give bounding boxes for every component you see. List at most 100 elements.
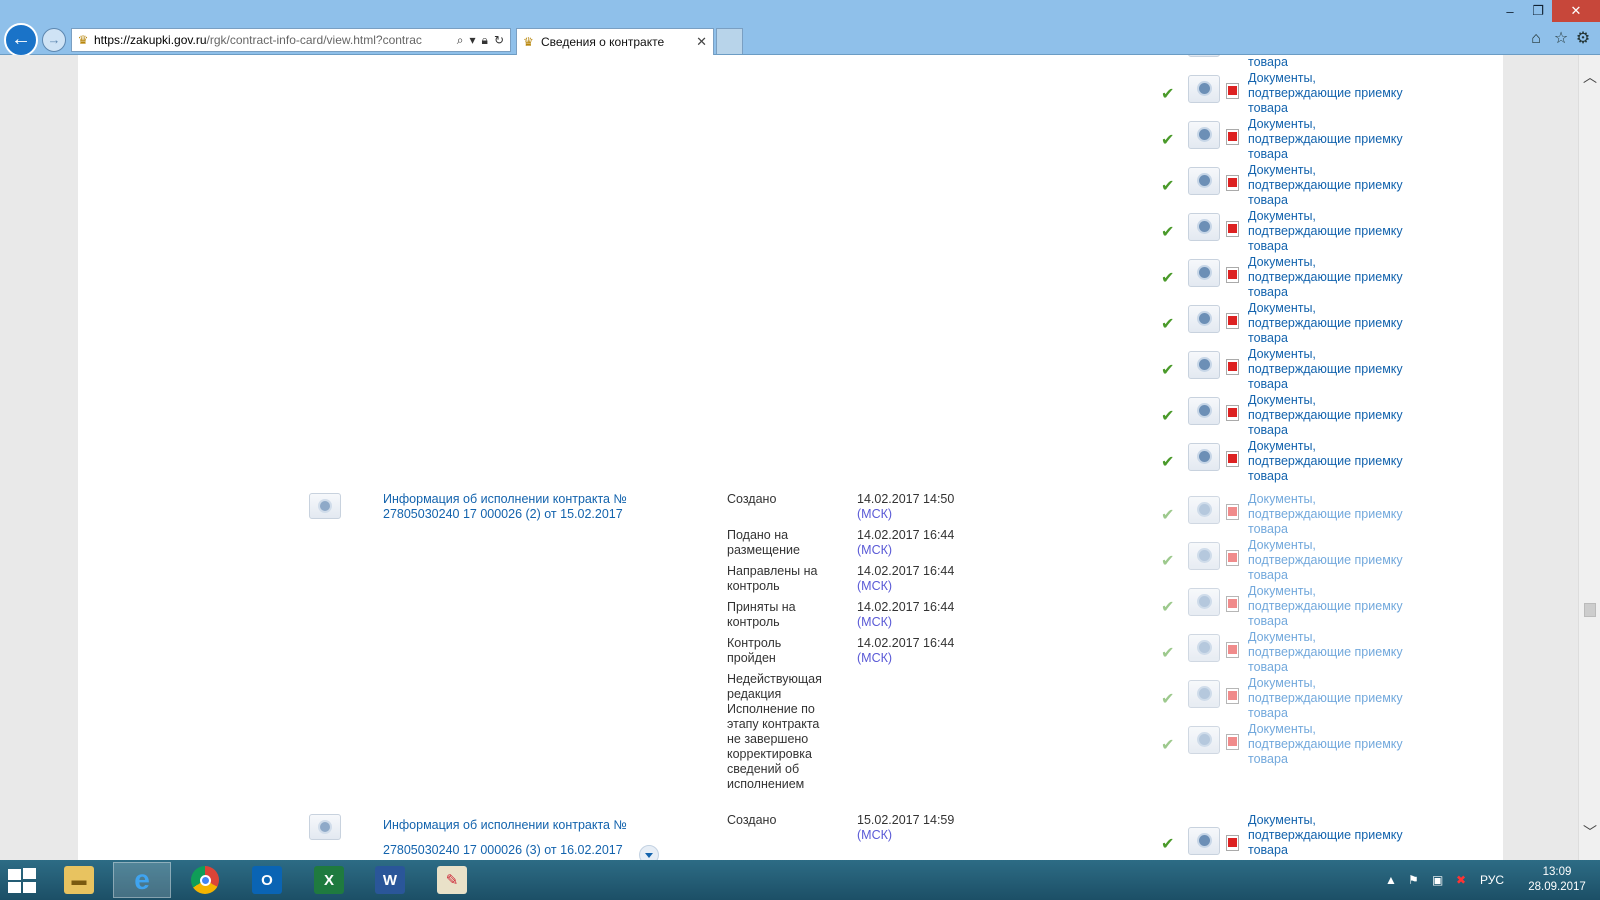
- signature-seal-icon[interactable]: [1188, 588, 1220, 616]
- scrollbar-thumb[interactable]: [1584, 603, 1596, 617]
- document-row[interactable]: ✔ Документы,подтверждающие приемкутовара: [1161, 538, 1461, 584]
- document-link[interactable]: Документы,подтверждающие приемкутовара: [1248, 584, 1458, 629]
- signature-seal-icon[interactable]: [1188, 305, 1220, 333]
- document-link[interactable]: Документы,подтверждающие приемкутовара: [1248, 209, 1458, 254]
- document-link[interactable]: Документы,подтверждающие приемкутовара: [1248, 163, 1458, 208]
- pdf-icon[interactable]: [1226, 734, 1239, 750]
- signature-seal-icon[interactable]: [1188, 680, 1220, 708]
- signature-seal-icon[interactable]: [1188, 75, 1220, 103]
- pdf-icon[interactable]: [1226, 405, 1239, 421]
- document-link[interactable]: Документы,подтверждающие приемкутовара: [1248, 117, 1458, 162]
- signature-seal-icon[interactable]: [1188, 634, 1220, 662]
- pdf-icon[interactable]: [1226, 504, 1239, 520]
- signature-seal-icon[interactable]: [1188, 167, 1220, 195]
- timezone-link[interactable]: (МСК): [857, 651, 892, 665]
- document-link[interactable]: Документы,подтверждающие приемкутовара: [1248, 813, 1458, 858]
- pdf-icon[interactable]: [1226, 221, 1239, 237]
- document-row[interactable]: ✔ Документы,подтверждающие приемкутовара: [1161, 55, 1461, 71]
- signature-seal-icon[interactable]: [1188, 443, 1220, 471]
- pdf-icon[interactable]: [1226, 451, 1239, 467]
- document-link[interactable]: Документы,подтверждающие приемкутовара: [1248, 393, 1458, 438]
- signature-seal-icon[interactable]: [1188, 496, 1220, 524]
- document-row[interactable]: ✔ Документы,подтверждающие приемкутовара: [1161, 439, 1461, 485]
- document-link[interactable]: Документы,подтверждающие приемкутовара: [1248, 492, 1458, 537]
- pdf-icon[interactable]: [1226, 313, 1239, 329]
- scroll-down-arrow-icon[interactable]: ﹀: [1579, 822, 1600, 842]
- signature-seal-icon[interactable]: [1188, 55, 1220, 57]
- entry-title-link[interactable]: Информация об исполнении контракта № 2780…: [383, 492, 683, 522]
- volume-muted-icon[interactable]: ✖: [1456, 860, 1466, 900]
- entry-seal-icon[interactable]: [309, 814, 341, 840]
- maximize-button[interactable]: ❐: [1524, 0, 1552, 22]
- document-row[interactable]: ✔ Документы,подтверждающие приемкутовара: [1161, 676, 1461, 722]
- signature-seal-icon[interactable]: [1188, 827, 1220, 855]
- document-row[interactable]: ✔ Документы,подтверждающие приемкутовара: [1161, 255, 1461, 301]
- signature-seal-icon[interactable]: [1188, 726, 1220, 754]
- tab-close-icon[interactable]: ✕: [696, 34, 707, 50]
- back-button[interactable]: ←: [4, 23, 38, 57]
- taskbar-word[interactable]: W: [361, 862, 419, 898]
- scroll-up-arrow-icon[interactable]: ︿: [1579, 67, 1600, 87]
- document-link[interactable]: Документы,подтверждающие приемкутовара: [1248, 347, 1458, 392]
- timezone-link[interactable]: (МСК): [857, 579, 892, 593]
- pdf-icon[interactable]: [1226, 83, 1239, 99]
- timezone-link[interactable]: (МСК): [857, 507, 892, 521]
- language-indicator[interactable]: РУС: [1480, 860, 1504, 900]
- document-link[interactable]: Документы,подтверждающие приемкутовара: [1248, 55, 1458, 70]
- close-button[interactable]: ✕: [1552, 0, 1600, 22]
- document-link[interactable]: Документы,подтверждающие приемкутовара: [1248, 71, 1458, 116]
- new-tab-button[interactable]: [716, 28, 743, 54]
- document-link[interactable]: Документы,подтверждающие приемкутовара: [1248, 255, 1458, 300]
- lock-icon[interactable]: 🔒︎: [482, 33, 488, 48]
- document-row[interactable]: ✔ Документы,подтверждающие приемкутовара: [1161, 630, 1461, 676]
- timezone-link[interactable]: (МСК): [857, 615, 892, 629]
- address-bar[interactable]: ♛ https://zakupki.gov.ru/rgk/contract-in…: [71, 28, 511, 52]
- document-row[interactable]: ✔ Документы,подтверждающие приемкутовара: [1161, 722, 1461, 768]
- document-link[interactable]: Документы,подтверждающие приемкутовара: [1248, 439, 1458, 484]
- document-row[interactable]: ✔ Документы,подтверждающие приемкутовара: [1161, 393, 1461, 439]
- document-link[interactable]: Документы,подтверждающие приемкутовара: [1248, 722, 1458, 767]
- taskbar-paint[interactable]: ✎: [423, 862, 481, 898]
- taskbar-chrome[interactable]: [176, 862, 234, 898]
- pdf-icon[interactable]: [1226, 835, 1239, 851]
- document-link[interactable]: Документы,подтверждающие приемкутовара: [1248, 676, 1458, 721]
- pdf-icon[interactable]: [1226, 550, 1239, 566]
- action-center-flag-icon[interactable]: ⚑: [1408, 860, 1419, 900]
- tray-overflow-icon[interactable]: ▲: [1385, 860, 1397, 900]
- entry-title-link[interactable]: Информация об исполнении контракта № 2780…: [383, 813, 683, 860]
- signature-seal-icon[interactable]: [1188, 542, 1220, 570]
- document-row[interactable]: ✔ Документы,подтверждающие приемкутовара: [1161, 584, 1461, 630]
- pdf-icon[interactable]: [1226, 267, 1239, 283]
- start-button[interactable]: [8, 868, 38, 894]
- page-scrollbar[interactable]: ︿ ﹀: [1578, 55, 1600, 860]
- tab-contract-info[interactable]: ♛ Сведения о контракте ✕: [516, 28, 714, 55]
- entry-seal-icon[interactable]: [309, 493, 341, 519]
- timezone-link[interactable]: (МСК): [857, 828, 892, 842]
- document-row[interactable]: ✔ Документы,подтверждающие приемкутовара: [1161, 492, 1461, 538]
- signature-seal-icon[interactable]: [1188, 121, 1220, 149]
- pdf-icon[interactable]: [1226, 642, 1239, 658]
- taskbar-excel[interactable]: X: [300, 862, 358, 898]
- refresh-icon[interactable]: ↻: [494, 33, 504, 48]
- document-link[interactable]: Документы,подтверждающие приемкутовара: [1248, 538, 1458, 583]
- signature-seal-icon[interactable]: [1188, 213, 1220, 241]
- signature-seal-icon[interactable]: [1188, 397, 1220, 425]
- signature-seal-icon[interactable]: [1188, 351, 1220, 379]
- timezone-link[interactable]: (МСК): [857, 543, 892, 557]
- network-icon[interactable]: ▣: [1432, 860, 1443, 900]
- document-link[interactable]: Документы,подтверждающие приемкутовара: [1248, 301, 1458, 346]
- document-row[interactable]: ✔ Документы,подтверждающие приемкутовара: [1161, 209, 1461, 255]
- document-row[interactable]: ✔ Документы,подтверждающие приемкутовара: [1161, 163, 1461, 209]
- forward-button[interactable]: →: [42, 28, 66, 52]
- search-icon[interactable]: ⌕: [457, 33, 464, 48]
- pdf-icon[interactable]: [1226, 688, 1239, 704]
- document-row[interactable]: ✔ Документы,подтверждающие приемкутовара: [1161, 71, 1461, 117]
- home-icon[interactable]: ⌂: [1525, 28, 1547, 50]
- system-clock[interactable]: 13:09 28.09.2017: [1522, 865, 1592, 895]
- document-link[interactable]: Документы,подтверждающие приемкутовара: [1248, 630, 1458, 675]
- document-row[interactable]: ✔ Документы,подтверждающие приемкутовара: [1161, 813, 1461, 859]
- document-row[interactable]: ✔ Документы,подтверждающие приемкутовара: [1161, 301, 1461, 347]
- address-url[interactable]: https://zakupki.gov.ru/rgk/contract-info…: [94, 33, 451, 47]
- favorites-star-icon[interactable]: ☆: [1550, 28, 1572, 50]
- document-row[interactable]: ✔ Документы,подтверждающие приемкутовара: [1161, 347, 1461, 393]
